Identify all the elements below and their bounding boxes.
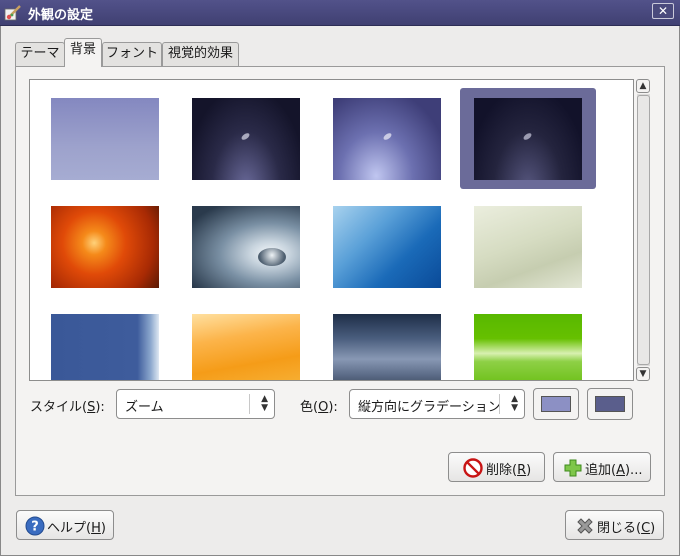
thumbnail-dark-feather-selected[interactable] — [474, 98, 582, 180]
tab-theme[interactable]: テーマ — [15, 42, 65, 66]
tab-background[interactable]: 背景 — [64, 38, 102, 67]
remove-button[interactable]: 削除(R) — [448, 452, 545, 482]
close-x-icon — [577, 518, 593, 534]
thumbnail-stormy-sky[interactable] — [333, 314, 441, 380]
thumbnail-orange-waves[interactable] — [192, 314, 300, 380]
style-combo[interactable]: ズーム ▲ ▼ — [116, 389, 275, 419]
gallery-scrollbar[interactable]: ▲ ▼ — [636, 79, 652, 381]
help-icon: ? — [25, 516, 45, 536]
secondary-color-swatch — [595, 396, 625, 412]
thumbnail-orange-flower[interactable] — [51, 206, 159, 288]
scrollbar-thumb[interactable] — [637, 95, 650, 365]
primary-color-button[interactable] — [533, 388, 579, 420]
secondary-color-button[interactable] — [587, 388, 633, 420]
color-mode-value: 縦方向にグラデーション — [358, 400, 501, 415]
plus-icon — [564, 459, 582, 477]
window-close-button[interactable]: ✕ — [652, 3, 674, 19]
close-button[interactable]: 閉じる(C) — [565, 510, 664, 540]
thumbnail-green-waves[interactable] — [474, 314, 582, 380]
scroll-down-button[interactable]: ▼ — [636, 367, 650, 381]
primary-color-swatch — [541, 396, 571, 412]
background-gallery[interactable] — [29, 79, 634, 381]
thumbnail-blue-gradient[interactable] — [51, 98, 159, 180]
thumbnail-dark-night-feather[interactable] — [192, 98, 300, 180]
style-label: スタイル(S): — [30, 400, 105, 415]
style-combo-value: ズーム — [125, 400, 164, 415]
appearance-icon — [4, 5, 21, 21]
updown-arrow-icon: ▲ ▼ — [261, 394, 268, 413]
color-label: 色(O): — [300, 400, 338, 415]
updown-arrow-icon: ▲ ▼ — [511, 394, 518, 413]
thumbnail-purple-glow-feather[interactable] — [333, 98, 441, 180]
no-entry-icon — [463, 458, 483, 478]
add-button[interactable]: 追加(A)... — [553, 452, 651, 482]
scroll-up-button[interactable]: ▲ — [636, 79, 650, 93]
help-button[interactable]: ? ヘルプ(H) — [16, 510, 114, 540]
color-mode-combo[interactable]: 縦方向にグラデーション ▲ ▼ — [349, 389, 525, 419]
svg-text:?: ? — [31, 520, 39, 535]
thumbnail-water-drop[interactable] — [192, 206, 300, 288]
window-title: 外観の設定 — [28, 8, 94, 23]
tab-fonts[interactable]: フォント — [102, 42, 162, 66]
thumbnail-blue-waves[interactable] — [333, 206, 441, 288]
thumbnail-sand-texture[interactable] — [474, 206, 582, 288]
tab-visual-effects[interactable]: 視覚的効果 — [162, 42, 239, 66]
thumbnail-blue-abstract[interactable] — [51, 314, 159, 380]
title-bar: 外観の設定 ✕ — [0, 0, 680, 26]
